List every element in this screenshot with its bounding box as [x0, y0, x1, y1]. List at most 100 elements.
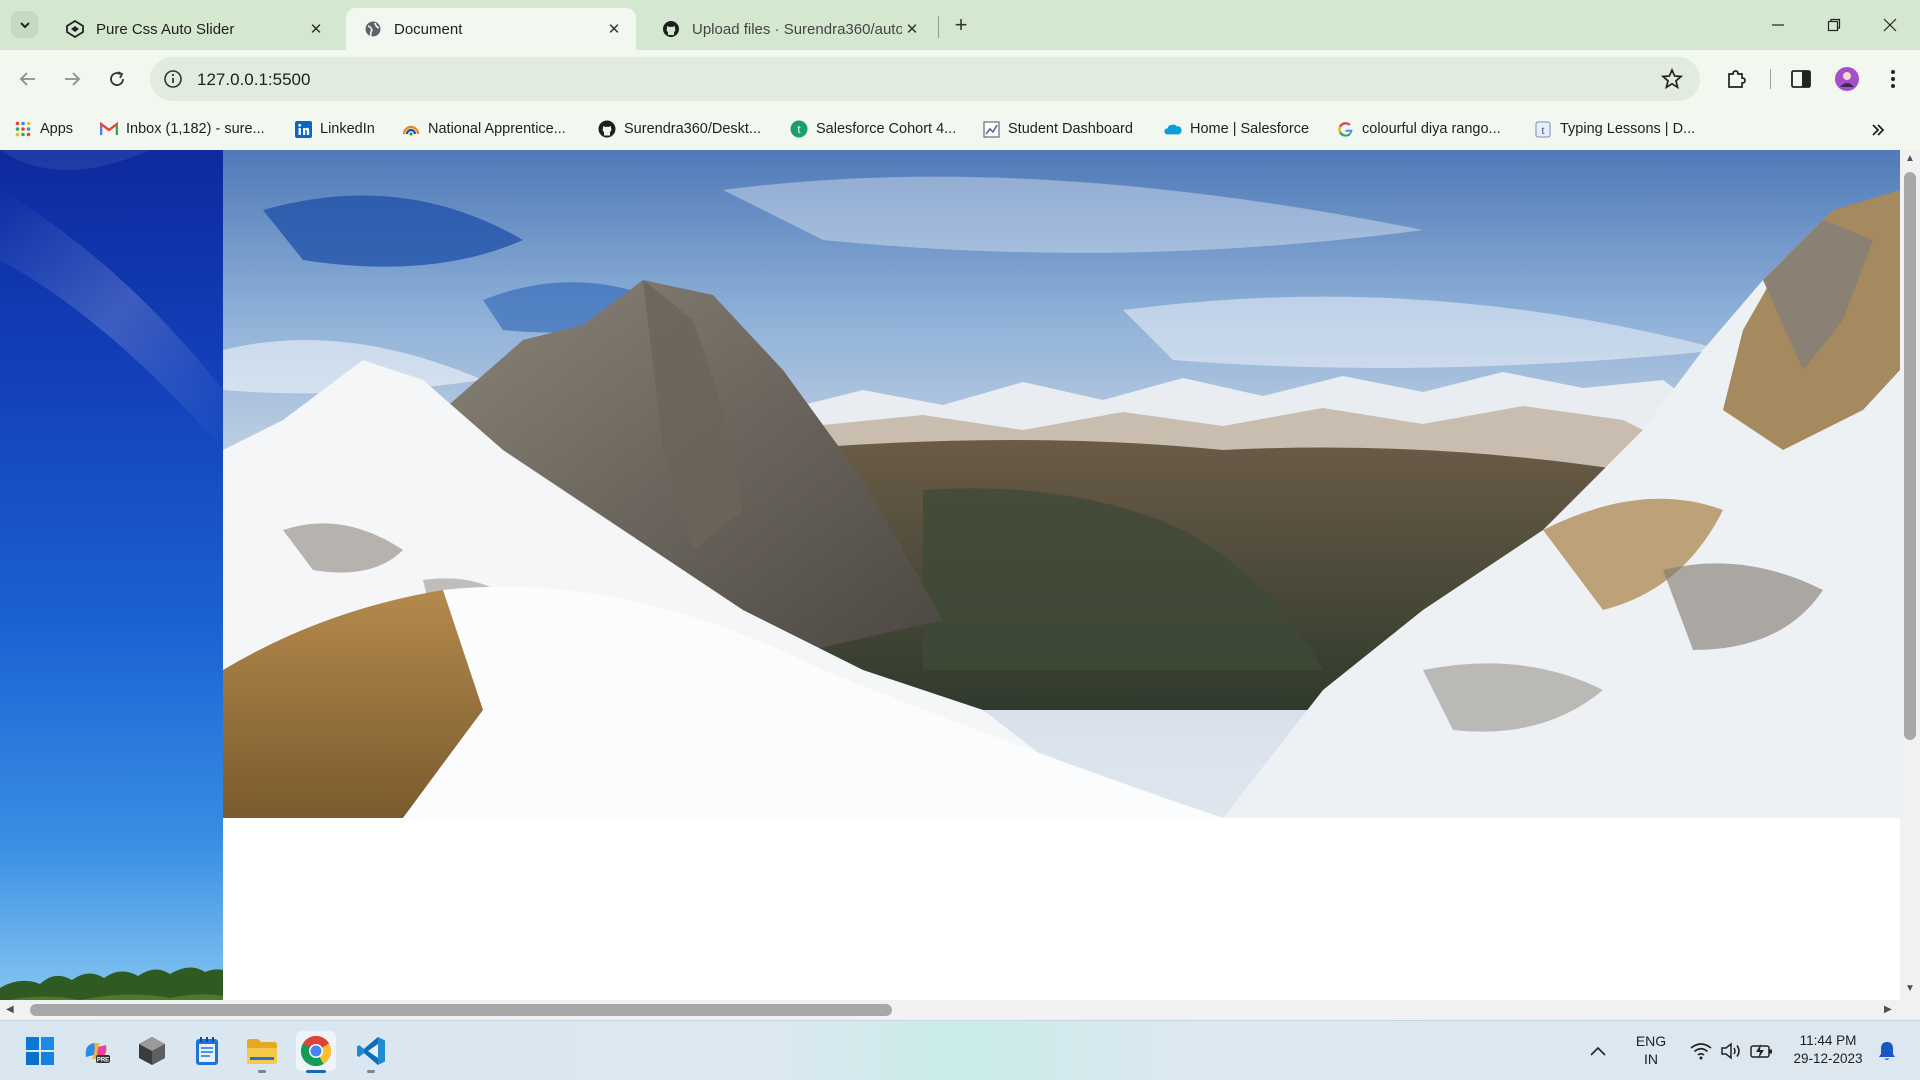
slider-image	[223, 150, 1900, 818]
clock[interactable]: 11:44 PM 29-12-2023	[1786, 1032, 1870, 1068]
forward-button[interactable]	[56, 63, 88, 95]
network-volume-battery-button[interactable]	[1684, 1031, 1780, 1071]
clock-time: 11:44 PM	[1799, 1033, 1857, 1048]
show-hidden-icons-button[interactable]	[1582, 1031, 1614, 1071]
clock-date: 29-12-2023	[1793, 1051, 1863, 1066]
bookmark-apps[interactable]: Apps	[14, 117, 73, 141]
chevron-down-icon	[19, 21, 30, 28]
notepad-button[interactable]	[187, 1031, 227, 1071]
scroll-down-arrow-icon[interactable]: ▼	[1905, 984, 1915, 994]
vertical-scrollbar[interactable]: ▲ ▼	[1900, 150, 1920, 1000]
tab-upload-files[interactable]: Upload files · Surendra360/auto ✕	[644, 8, 934, 50]
site-info-icon[interactable]	[162, 68, 184, 90]
bookmark-label: Typing Lessons | D...	[1560, 121, 1696, 137]
start-button[interactable]	[20, 1031, 60, 1071]
address-bar[interactable]: 127.0.0.1:5500	[150, 57, 1700, 101]
vscode-button[interactable]	[351, 1031, 391, 1073]
bookmark-github-desktop[interactable]: Surendra360/Deskt...	[598, 117, 761, 141]
tab-title: Pure Css Auto Slider	[96, 20, 235, 38]
bookmark-gmail[interactable]: Inbox (1,182) - sure...	[100, 117, 265, 141]
restore-button[interactable]	[1806, 0, 1862, 50]
bookmark-label: Apps	[40, 121, 74, 137]
region-code: IN	[1644, 1051, 1658, 1067]
windows-taskbar: PRE ENG IN 11:44 PM 29-12-2023	[0, 1020, 1920, 1080]
close-tab-icon[interactable]: ✕	[902, 19, 922, 39]
bookmark-label: National Apprentice...	[428, 121, 566, 137]
bookmark-label: Salesforce Cohort 4...	[816, 121, 957, 137]
apps-grid-icon	[14, 120, 32, 138]
bookmark-typing-lessons[interactable]: t Typing Lessons | D...	[1534, 117, 1695, 141]
bookmark-label: colourful diya rango...	[1362, 121, 1501, 137]
side-panel-icon	[1791, 70, 1811, 88]
new-tab-button[interactable]: +	[948, 12, 974, 38]
copilot-icon: PRE	[85, 1043, 110, 1064]
bookmark-google-diya[interactable]: colourful diya rango...	[1336, 117, 1501, 141]
github-icon	[598, 120, 616, 138]
close-window-button[interactable]	[1862, 0, 1918, 50]
google-icon	[1336, 120, 1354, 138]
language-code: ENG	[1635, 1033, 1667, 1049]
notifications-button[interactable]	[1872, 1031, 1902, 1071]
minimize-button[interactable]	[1750, 0, 1806, 50]
tab-document[interactable]: Document ✕	[346, 8, 636, 50]
vertical-scroll-thumb[interactable]	[1904, 172, 1916, 740]
more-vertical-icon	[1891, 70, 1895, 88]
tab-title: Upload files · Surendra360/auto	[692, 20, 902, 38]
active-indicator	[306, 1070, 326, 1073]
github-icon	[662, 20, 680, 38]
linkedin-icon	[294, 120, 312, 138]
scroll-left-arrow-icon[interactable]: ◀	[6, 1005, 14, 1015]
scroll-up-arrow-icon[interactable]: ▲	[1905, 154, 1915, 164]
bookmark-home-salesforce[interactable]: Home | Salesforce	[1164, 117, 1309, 141]
windows-start-icon	[26, 1037, 54, 1065]
bookmark-salesforce-cohort[interactable]: t Salesforce Cohort 4...	[790, 117, 956, 141]
bookmark-label: Surendra360/Deskt...	[624, 121, 762, 137]
tab-search-button[interactable]	[11, 11, 38, 38]
reload-icon	[110, 71, 124, 86]
horizontal-scrollbar[interactable]: ◀ ▶	[0, 1000, 1900, 1020]
cube-app-button[interactable]	[132, 1031, 172, 1071]
menu-button[interactable]	[1879, 65, 1907, 93]
side-panel-button[interactable]	[1787, 65, 1815, 93]
side-background-image	[0, 150, 223, 1020]
bookmark-star-icon[interactable]	[1660, 67, 1684, 91]
profile-avatar[interactable]	[1833, 65, 1861, 93]
bookmark-national-apprentice[interactable]: National Apprentice...	[402, 117, 566, 141]
bookmarks-bar: Apps Inbox (1,182) - sure... LinkedIn Na…	[0, 108, 1920, 150]
bookmark-student-dashboard[interactable]: Student Dashboard	[982, 117, 1133, 141]
globe-icon	[364, 20, 382, 38]
running-indicator	[367, 1070, 375, 1073]
running-indicator	[258, 1070, 266, 1073]
bookmark-label: Student Dashboard	[1008, 121, 1133, 137]
url-text[interactable]: 127.0.0.1:5500	[197, 70, 310, 90]
chrome-button[interactable]	[296, 1031, 336, 1073]
language-indicator[interactable]: ENG IN	[1630, 1032, 1672, 1068]
bookmark-label: Inbox (1,182) - sure...	[126, 121, 265, 137]
file-explorer-button[interactable]	[242, 1031, 282, 1073]
back-button[interactable]	[12, 63, 44, 95]
close-tab-icon[interactable]: ✕	[604, 19, 624, 39]
toolbar-separator	[1770, 69, 1771, 89]
bookmarks-overflow-button[interactable]	[1870, 118, 1886, 142]
tab-strip: Pure Css Auto Slider ✕ Document ✕ Upload…	[0, 0, 1920, 50]
typing-icon: t	[1534, 120, 1552, 138]
reload-button[interactable]	[101, 63, 133, 95]
copilot-button[interactable]: PRE	[76, 1031, 116, 1071]
bookmark-linkedin[interactable]: LinkedIn	[294, 117, 375, 141]
wifi-icon	[1690, 1043, 1712, 1060]
apprentice-icon	[402, 120, 420, 138]
extensions-button[interactable]	[1722, 65, 1750, 93]
vscode-icon	[357, 1037, 385, 1065]
dashboard-icon	[982, 120, 1000, 138]
chevron-up-icon	[1590, 1046, 1606, 1056]
tab-pure-css-auto-slider[interactable]: Pure Css Auto Slider ✕	[48, 8, 338, 50]
svg-text:t: t	[797, 124, 800, 136]
puzzle-icon	[1728, 70, 1746, 88]
horizontal-scroll-thumb[interactable]	[30, 1004, 892, 1016]
salesforce-cloud-icon	[1164, 120, 1182, 138]
cube-app-icon	[139, 1037, 165, 1065]
close-tab-icon[interactable]: ✕	[306, 19, 326, 39]
volume-icon	[1721, 1042, 1740, 1060]
scroll-right-arrow-icon[interactable]: ▶	[1884, 1005, 1892, 1015]
trailhead-icon: t	[790, 120, 808, 138]
